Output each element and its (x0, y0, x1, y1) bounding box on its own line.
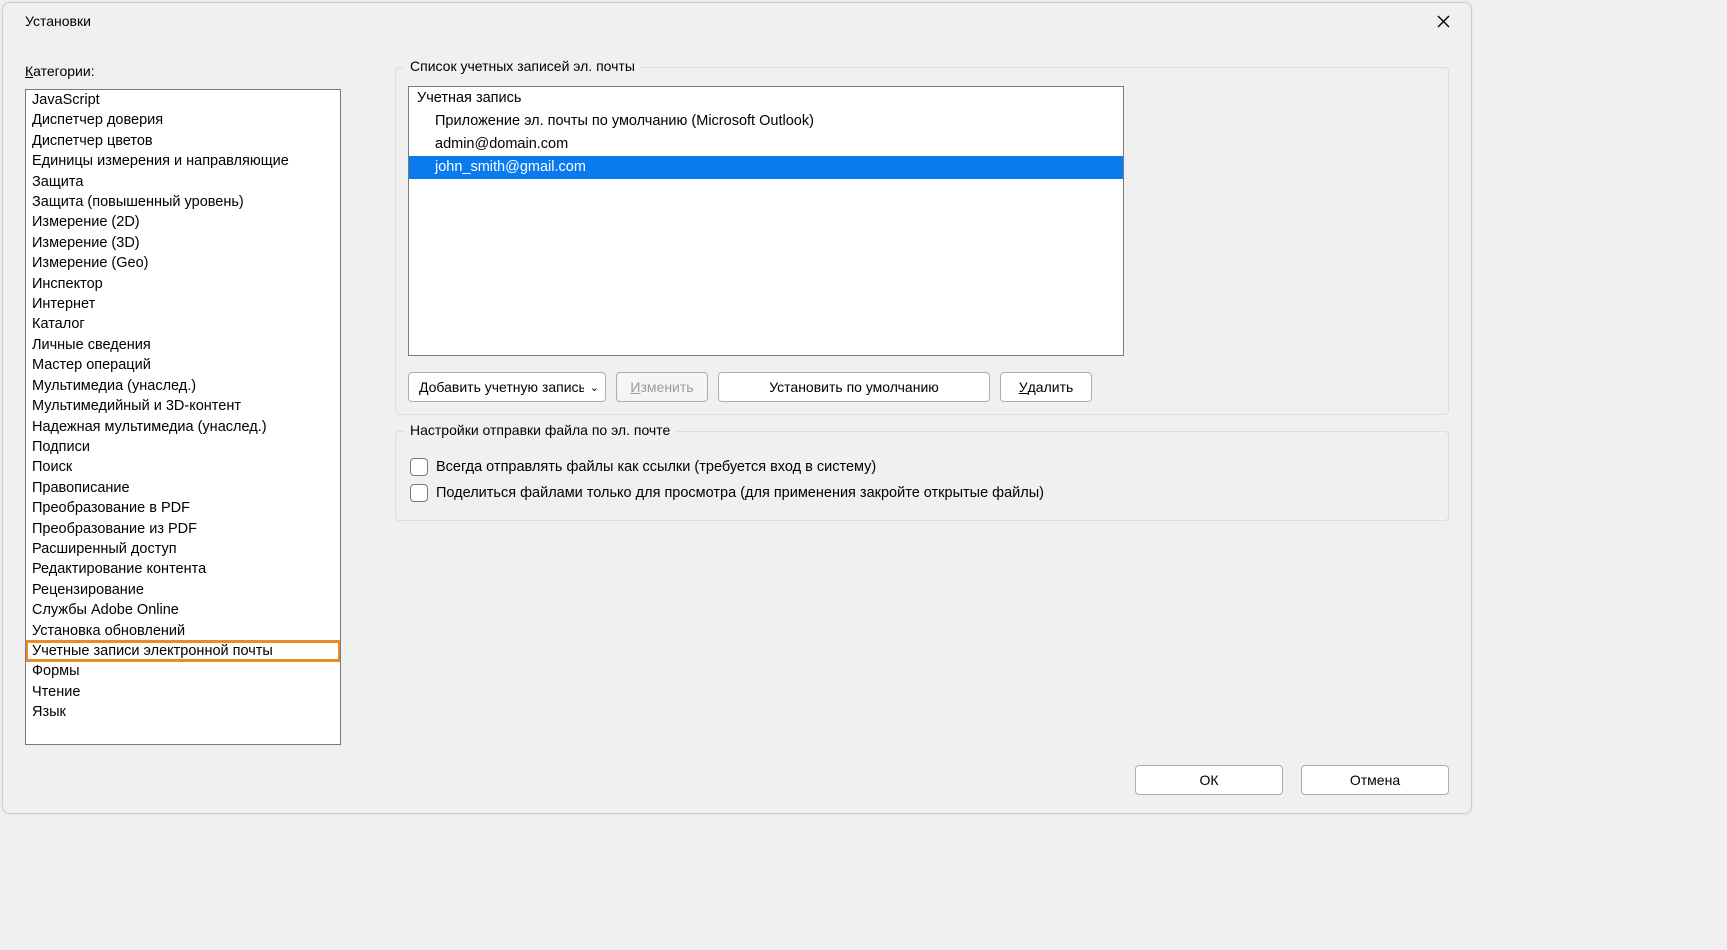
category-item[interactable]: Мультимедиа (унаслед.) (26, 376, 340, 396)
email-accounts-group-title: Список учетных записей эл. почты (404, 58, 641, 74)
category-item[interactable]: Редактирование контента (26, 559, 340, 579)
category-item[interactable]: Поиск (26, 457, 340, 477)
share-view-only-label: Поделиться файлами только для просмотра … (436, 485, 1044, 501)
accounts-header: Учетная запись (409, 87, 1123, 110)
always-send-as-links-row[interactable]: Всегда отправлять файлы как ссылки (треб… (410, 458, 1436, 476)
send-settings-group-title: Настройки отправки файла по эл. почте (404, 422, 676, 438)
categories-label: Категории: (25, 63, 347, 79)
category-item[interactable]: Формы (26, 661, 340, 681)
close-icon (1437, 15, 1450, 28)
ok-button[interactable]: ОК (1135, 765, 1283, 795)
settings-pane: Список учетных записей эл. почты Учетная… (395, 63, 1449, 745)
checkbox-icon (410, 484, 428, 502)
always-send-as-links-label: Всегда отправлять файлы как ссылки (треб… (436, 459, 876, 475)
settings-dialog: Установки Категории: JavaScriptДиспетчер… (2, 2, 1472, 814)
category-item[interactable]: Надежная мультимедиа (унаслед.) (26, 417, 340, 437)
category-item[interactable]: Защита (26, 172, 340, 192)
category-item[interactable]: Инспектор (26, 274, 340, 294)
edit-account-button[interactable]: Изменить (616, 372, 708, 402)
accounts-listbox[interactable]: Учетная запись Приложение эл. почты по у… (408, 86, 1124, 356)
category-item[interactable]: Чтение (26, 682, 340, 702)
account-row[interactable]: admin@domain.com (409, 133, 1123, 156)
category-item[interactable]: Интернет (26, 294, 340, 314)
chevron-down-icon: ⌄ (590, 381, 599, 394)
add-account-label: Добавить учетную запись (419, 379, 584, 395)
cancel-button[interactable]: Отмена (1301, 765, 1449, 795)
email-accounts-group: Список учетных записей эл. почты Учетная… (395, 67, 1449, 415)
titlebar: Установки (3, 3, 1471, 39)
account-row[interactable]: john_smith@gmail.com (409, 156, 1123, 179)
categories-listbox[interactable]: JavaScriptДиспетчер доверияДиспетчер цве… (25, 89, 341, 745)
category-item[interactable]: Службы Adobe Online (26, 600, 340, 620)
category-item[interactable]: Единицы измерения и направляющие (26, 151, 340, 171)
category-item[interactable]: Рецензирование (26, 580, 340, 600)
add-account-combobox[interactable]: Добавить учетную запись ⌄ (408, 372, 606, 402)
category-item[interactable]: Измерение (2D) (26, 212, 340, 232)
category-item[interactable]: Защита (повышенный уровень) (26, 192, 340, 212)
category-item[interactable]: Каталог (26, 314, 340, 334)
category-item[interactable]: Подписи (26, 437, 340, 457)
category-item[interactable]: Установка обновлений (26, 621, 340, 641)
send-settings-group: Настройки отправки файла по эл. почте Вс… (395, 431, 1449, 521)
checkbox-icon (410, 458, 428, 476)
window-title: Установки (25, 13, 91, 29)
category-item[interactable]: Язык (26, 702, 340, 722)
category-item[interactable]: Измерение (Geo) (26, 253, 340, 273)
share-view-only-row[interactable]: Поделиться файлами только для просмотра … (410, 484, 1436, 502)
category-item[interactable]: Преобразование в PDF (26, 498, 340, 518)
category-item[interactable]: Учетные записи электронной почты (26, 641, 340, 661)
category-item[interactable]: Мастер операций (26, 355, 340, 375)
delete-account-button[interactable]: Удалить (1000, 372, 1092, 402)
categories-pane: Категории: JavaScriptДиспетчер доверияДи… (25, 63, 347, 745)
category-item[interactable]: Диспетчер цветов (26, 131, 340, 151)
dialog-footer: ОК Отмена (1135, 765, 1449, 795)
category-item[interactable]: Личные сведения (26, 335, 340, 355)
category-item[interactable]: Преобразование из PDF (26, 519, 340, 539)
category-item[interactable]: JavaScript (26, 90, 340, 110)
category-item[interactable]: Правописание (26, 478, 340, 498)
category-item[interactable]: Расширенный доступ (26, 539, 340, 559)
category-item[interactable]: Диспетчер доверия (26, 110, 340, 130)
category-item[interactable]: Измерение (3D) (26, 233, 340, 253)
accounts-button-row: Добавить учетную запись ⌄ Изменить Устан… (408, 372, 1436, 402)
set-default-button[interactable]: Установить по умолчанию (718, 372, 990, 402)
account-row[interactable]: Приложение эл. почты по умолчанию (Micro… (409, 110, 1123, 133)
category-item[interactable]: Мультимедийный и 3D-контент (26, 396, 340, 416)
close-button[interactable] (1425, 5, 1461, 37)
dialog-body: Категории: JavaScriptДиспетчер доверияДи… (3, 39, 1471, 745)
